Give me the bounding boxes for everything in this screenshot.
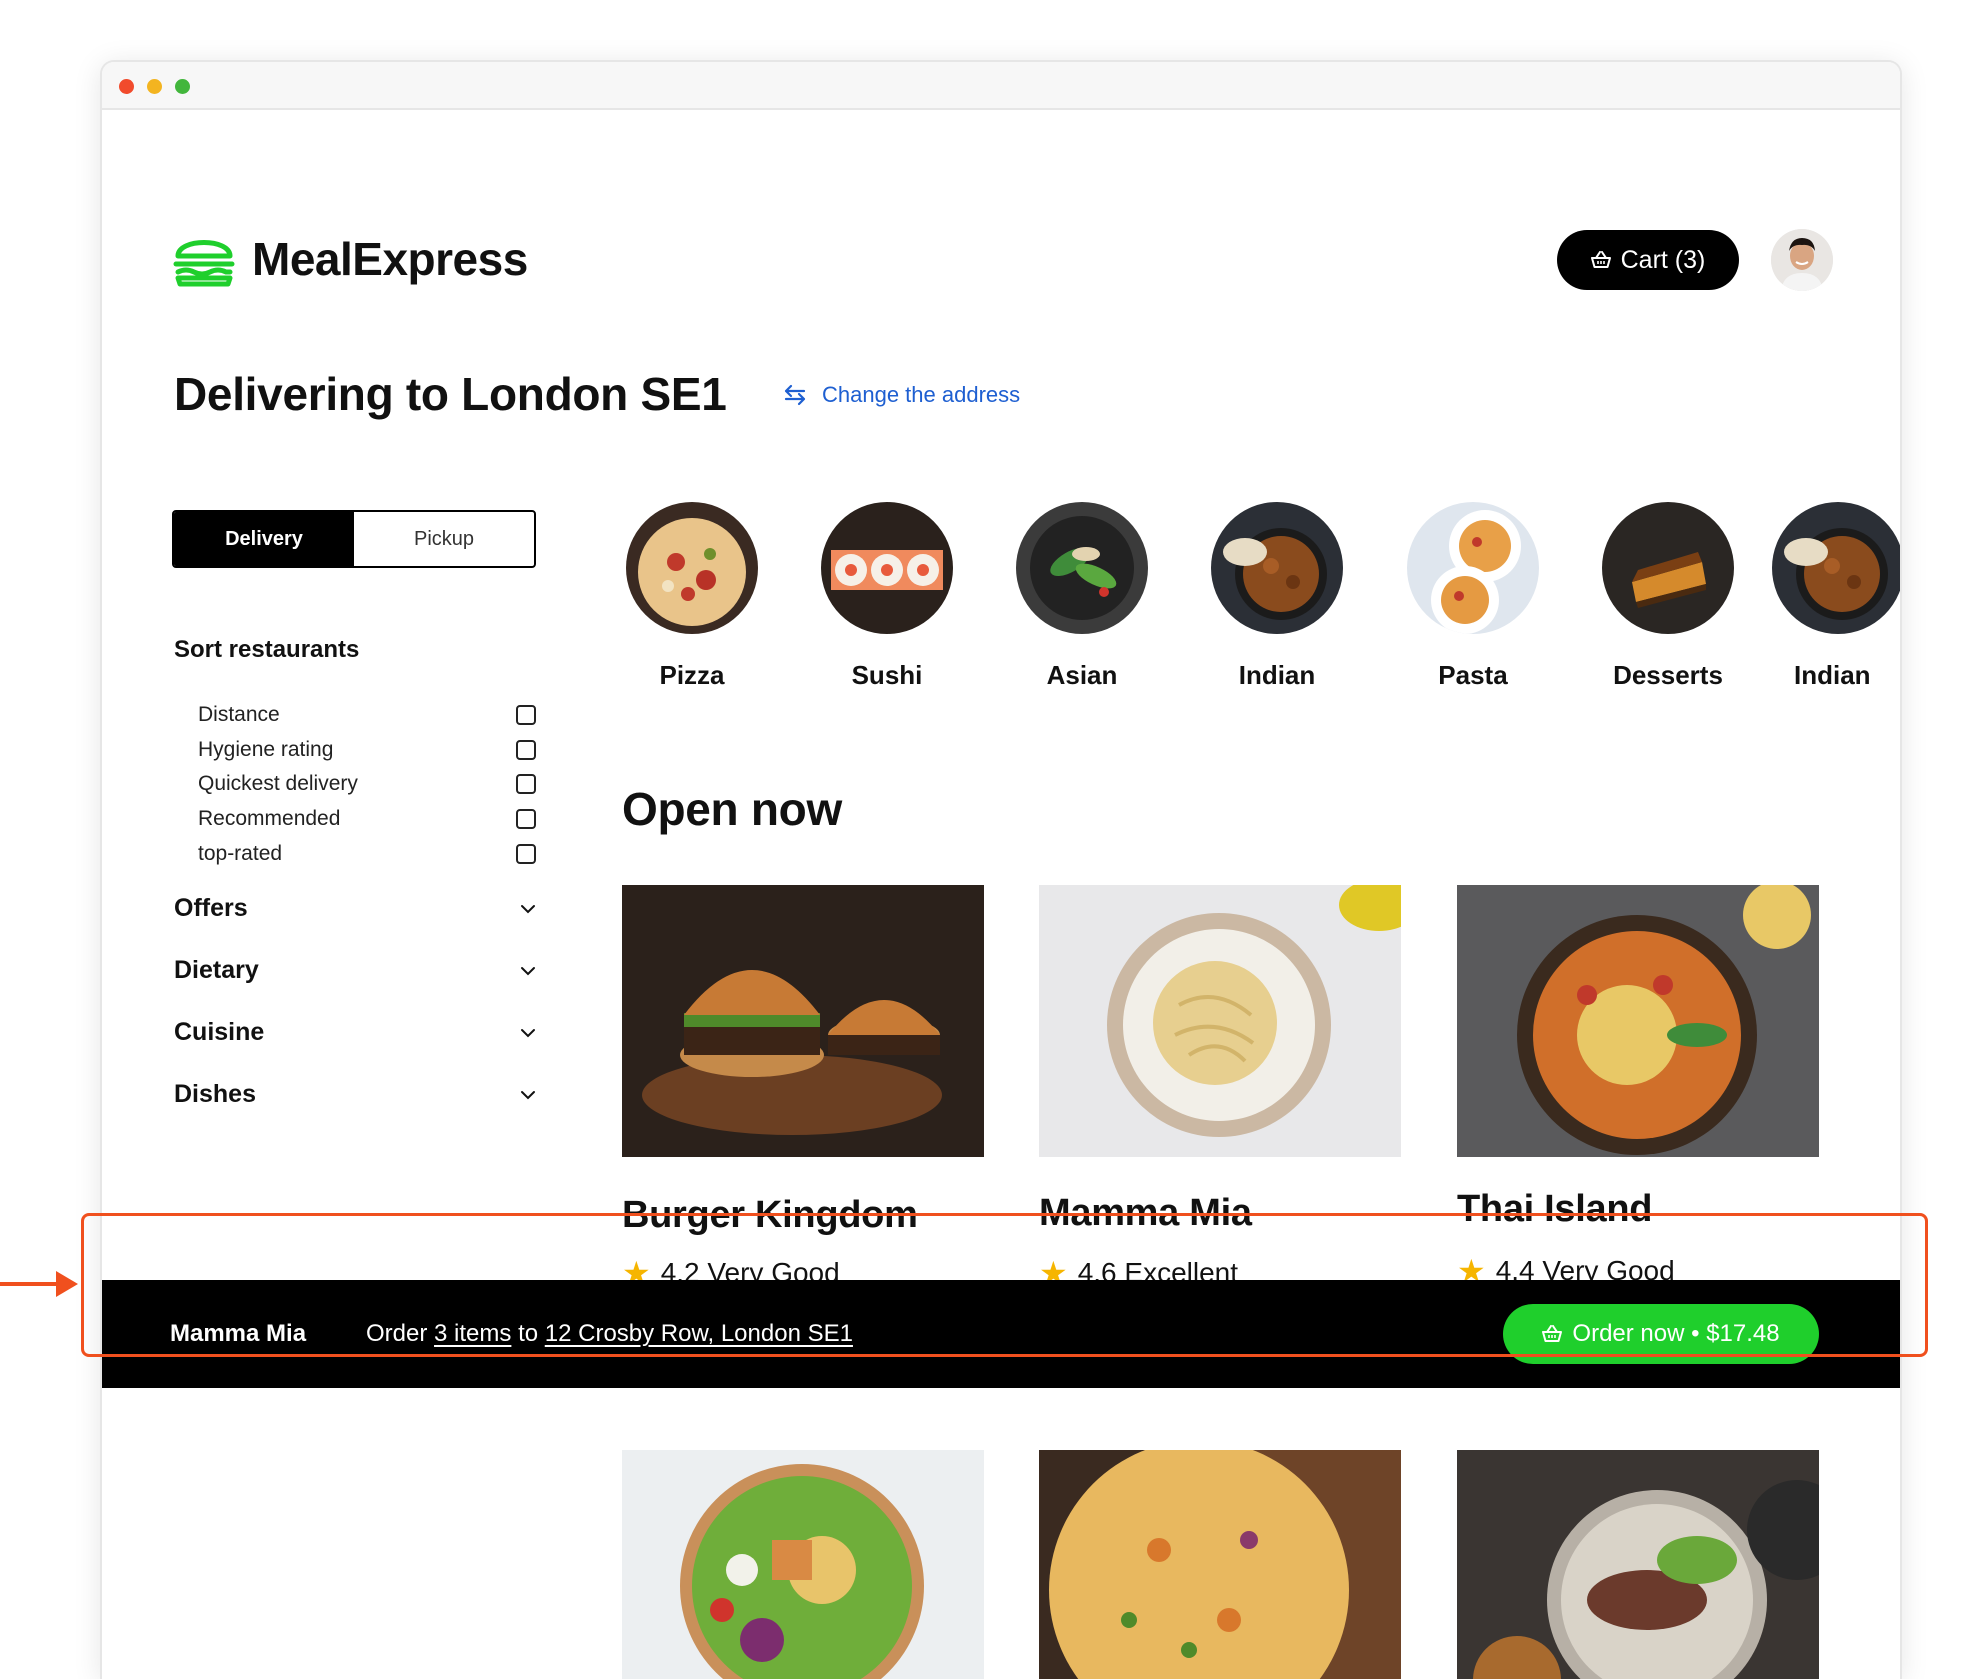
swap-arrows-icon — [784, 384, 806, 406]
close-window-dot[interactable] — [119, 79, 134, 94]
filter-dietary[interactable]: Dietary — [174, 956, 536, 985]
change-address-link[interactable]: Change the address — [782, 382, 1020, 408]
category-label: Indian — [1238, 660, 1316, 690]
pasta-image — [1407, 502, 1539, 634]
filter-offers[interactable]: Offers — [174, 894, 536, 923]
maximize-window-dot[interactable] — [175, 79, 190, 94]
cart-label: Cart (3) — [1620, 245, 1706, 274]
sort-checkbox[interactable] — [516, 739, 536, 760]
open-now-heading: Open now — [622, 783, 842, 835]
category-pasta[interactable]: Pasta — [1378, 502, 1568, 691]
category-sushi[interactable]: Sushi — [792, 502, 982, 691]
cart-button[interactable]: Cart (3) — [1557, 230, 1739, 290]
category-label: Pasta — [1438, 660, 1508, 690]
filter-cuisine[interactable]: Cuisine — [174, 1018, 536, 1047]
filter-label: Dishes — [174, 1080, 256, 1108]
category-pizza[interactable]: Pizza — [597, 502, 787, 691]
delivery-mode-toggle: Delivery Pickup — [172, 510, 536, 568]
browser-window: MealExpress Cart (3) Delivering to Londo… — [100, 60, 1902, 1679]
user-avatar-icon — [1771, 229, 1833, 291]
page-title: Delivering to London SE1 — [174, 368, 727, 420]
restaurant-image-thai[interactable] — [1457, 885, 1819, 1157]
restaurant-image-salad[interactable] — [622, 1450, 984, 1679]
filter-label: Dietary — [174, 956, 259, 984]
category-desserts[interactable]: Desserts — [1573, 502, 1763, 691]
tab-pickup[interactable]: Pickup — [354, 512, 534, 566]
sort-option-label: Quickest delivery — [198, 772, 358, 796]
window-titlebar — [102, 62, 1900, 110]
burger-logo-icon — [173, 240, 235, 287]
sort-checkbox[interactable] — [516, 809, 536, 830]
sushi-image — [821, 502, 953, 634]
chevron-down-icon — [521, 904, 535, 913]
sort-option-label: Recommended — [198, 807, 341, 831]
page-content: MealExpress Cart (3) Delivering to Londo… — [102, 112, 1900, 1679]
indian-image — [1772, 502, 1900, 634]
desserts-image — [1602, 502, 1734, 634]
category-asian[interactable]: Asian — [987, 502, 1177, 691]
asian-image — [1016, 502, 1148, 634]
minimize-window-dot[interactable] — [147, 79, 162, 94]
chevron-down-icon — [521, 966, 535, 975]
tab-delivery[interactable]: Delivery — [174, 512, 354, 566]
filter-label: Cuisine — [174, 1018, 265, 1046]
filter-dishes[interactable]: Dishes — [174, 1080, 536, 1109]
basket-icon — [1590, 251, 1611, 268]
restaurant-image-burger[interactable] — [622, 885, 984, 1157]
sort-options-list: Distance Hygiene rating Quickest deliver… — [198, 698, 538, 871]
category-label: Indian — [1794, 660, 1871, 690]
sort-option-recommended[interactable]: Recommended — [198, 802, 538, 837]
sort-option-label: Hygiene rating — [198, 737, 334, 761]
avatar[interactable] — [1771, 229, 1833, 291]
sort-checkbox[interactable] — [516, 843, 536, 864]
category-indian-2[interactable]: Indian — [1768, 502, 1900, 691]
order-bar-highlight — [81, 1213, 1928, 1357]
sort-heading: Sort restaurants — [174, 636, 360, 663]
category-indian[interactable]: Indian — [1182, 502, 1372, 691]
arrow-right-icon — [0, 1271, 78, 1297]
category-label: Asian — [1046, 660, 1118, 690]
chevron-down-icon — [521, 1028, 535, 1037]
restaurant-image-pasta[interactable] — [1039, 885, 1401, 1157]
change-address-label: Change the address — [822, 382, 1021, 407]
sort-option-quickest[interactable]: Quickest delivery — [198, 767, 538, 802]
sort-option-top-rated[interactable]: top-rated — [198, 836, 538, 871]
indian-image — [1211, 502, 1343, 634]
sort-checkbox[interactable] — [516, 774, 536, 795]
app-name: MealExpress — [252, 233, 528, 285]
pizza-image — [626, 502, 758, 634]
category-label: Sushi — [851, 660, 923, 690]
chevron-down-icon — [521, 1090, 535, 1099]
sort-option-label: top-rated — [198, 841, 283, 865]
restaurant-image-beef[interactable] — [1457, 1450, 1819, 1679]
sort-option-distance[interactable]: Distance — [198, 698, 538, 733]
category-label: Desserts — [1613, 660, 1723, 690]
app-logo[interactable]: MealExpress — [172, 230, 528, 288]
filter-label: Offers — [174, 894, 248, 922]
category-label: Pizza — [659, 660, 725, 690]
sort-option-label: Distance — [198, 703, 280, 727]
sort-option-hygiene[interactable]: Hygiene rating — [198, 733, 538, 768]
restaurant-image-pizza[interactable] — [1039, 1450, 1401, 1679]
sort-checkbox[interactable] — [516, 705, 536, 726]
